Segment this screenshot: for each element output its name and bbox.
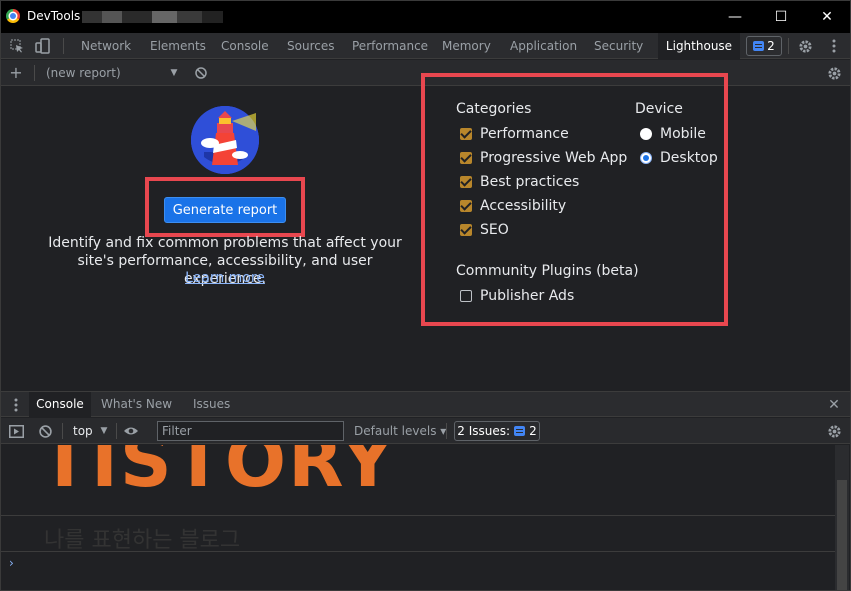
device-label: Desktop [660, 150, 718, 166]
show-sidebar-icon[interactable] [7, 422, 25, 440]
plugin-publisher-ads[interactable]: Publisher Ads [460, 288, 574, 304]
plugin-label: Publisher Ads [480, 288, 575, 304]
divider [116, 423, 117, 439]
issues-label: 2 Issues: [457, 424, 511, 438]
main-tab-bar: Network Elements Console Sources Perform… [0, 33, 851, 59]
checkbox-checked-icon[interactable] [460, 152, 472, 164]
clear-report-icon[interactable] [192, 64, 210, 82]
device-mobile[interactable]: Mobile [640, 126, 706, 142]
divider [62, 423, 63, 439]
console-settings-icon[interactable] [825, 422, 843, 440]
console-scroll-thumb[interactable] [837, 480, 847, 591]
select-arrow-icon: ▼ [170, 68, 178, 78]
category-seo[interactable]: SEO [460, 222, 509, 238]
category-accessibility[interactable]: Accessibility [460, 198, 566, 214]
redacted-url-block [82, 11, 223, 23]
chrome-logo-icon [6, 9, 20, 23]
device-desktop[interactable]: Desktop [640, 150, 718, 166]
tab-performance[interactable]: Performance [352, 33, 428, 59]
radio-unselected-icon[interactable] [640, 128, 652, 140]
issues-icon [753, 41, 765, 51]
tab-sources[interactable]: Sources [287, 33, 334, 59]
tab-memory[interactable]: Memory [442, 33, 491, 59]
console-banner-text: TISTORY [40, 445, 396, 503]
issues-counter-button[interactable]: 2 [746, 36, 782, 56]
context-selector[interactable]: top [73, 418, 93, 444]
context-dropdown-icon[interactable]: ▼ [95, 422, 113, 440]
title-bar: DevTools — ☐ ✕ [0, 0, 851, 33]
drawer-tab-whats-new[interactable]: What's New [101, 392, 172, 418]
minimize-button[interactable]: — [712, 0, 758, 33]
category-label: Best practices [480, 174, 580, 190]
tab-elements[interactable]: Elements [150, 33, 206, 59]
learn-more-link[interactable]: Learn more [0, 270, 450, 286]
category-label: Performance [480, 126, 569, 142]
category-label: SEO [480, 222, 509, 238]
checkbox-unchecked-icon[interactable] [460, 290, 472, 302]
drawer-tab-bar: Console What's New Issues ✕ [0, 391, 851, 418]
issues-count: 2 [529, 424, 537, 438]
drawer-tab-console[interactable]: Console [29, 392, 91, 418]
log-levels-dropdown[interactable]: Default levels ▾ [354, 424, 446, 438]
console-issues-button[interactable]: 2 Issues: 2 [454, 421, 540, 441]
window-title: DevTools [27, 9, 81, 23]
generate-report-button[interactable]: Generate report [164, 197, 286, 223]
console-output[interactable]: TISTORY 나를 표현하는 블로그 › [0, 445, 851, 591]
category-best-practices[interactable]: Best practices [460, 174, 579, 190]
drawer-menu-icon[interactable] [7, 396, 25, 414]
console-toolbar: top ▼ Default levels ▾ 2 Issues: 2 [0, 418, 851, 444]
console-filter-input[interactable] [157, 421, 344, 441]
device-label: Mobile [660, 126, 706, 142]
close-window-button[interactable]: ✕ [804, 0, 850, 33]
drawer-tab-issues[interactable]: Issues [193, 392, 230, 418]
issues-count: 2 [767, 39, 775, 53]
more-options-icon[interactable] [825, 37, 843, 55]
category-label: Progressive Web App [480, 150, 628, 166]
category-performance[interactable]: Performance [460, 126, 569, 142]
plugins-title: Community Plugins (beta) [456, 263, 639, 279]
add-report-icon[interactable]: + [7, 63, 25, 82]
maximize-button[interactable]: ☐ [758, 0, 804, 33]
tab-network[interactable]: Network [81, 33, 131, 59]
console-banner-subtext: 나를 표현하는 블로그 [44, 528, 241, 553]
divider [34, 65, 35, 81]
checkbox-checked-icon[interactable] [460, 224, 472, 236]
tab-application[interactable]: Application [510, 33, 577, 59]
report-select[interactable]: (new report) [46, 66, 121, 80]
divider [788, 38, 789, 54]
tab-console[interactable]: Console [221, 33, 269, 59]
intro-line-1: Identify and fix common problems that af… [48, 235, 402, 251]
lighthouse-start-view: Generate report Identify and fix common … [0, 73, 851, 390]
tab-lighthouse[interactable]: Lighthouse [658, 33, 740, 59]
divider [446, 423, 447, 439]
live-expression-eye-icon[interactable] [122, 422, 140, 440]
category-label: Accessibility [480, 198, 567, 214]
lighthouse-settings-icon[interactable] [825, 64, 843, 82]
tab-security[interactable]: Security [594, 33, 643, 59]
console-message-divider [0, 551, 835, 552]
checkbox-checked-icon[interactable] [460, 200, 472, 212]
category-pwa[interactable]: Progressive Web App [460, 150, 627, 166]
radio-selected-icon[interactable] [640, 152, 652, 164]
checkbox-checked-icon[interactable] [460, 176, 472, 188]
divider [63, 38, 64, 54]
device-title: Device [635, 101, 683, 117]
device-toolbar-icon[interactable] [34, 37, 52, 55]
lighthouse-logo-icon [190, 105, 260, 175]
categories-title: Categories [456, 101, 532, 117]
console-prompt-icon[interactable]: › [9, 556, 14, 570]
console-message-divider [0, 515, 835, 516]
clear-console-icon[interactable] [36, 422, 54, 440]
issues-icon [514, 426, 526, 436]
close-drawer-icon[interactable]: ✕ [825, 396, 843, 414]
checkbox-checked-icon[interactable] [460, 128, 472, 140]
settings-gear-icon[interactable] [796, 37, 814, 55]
inspect-element-icon[interactable] [8, 37, 26, 55]
